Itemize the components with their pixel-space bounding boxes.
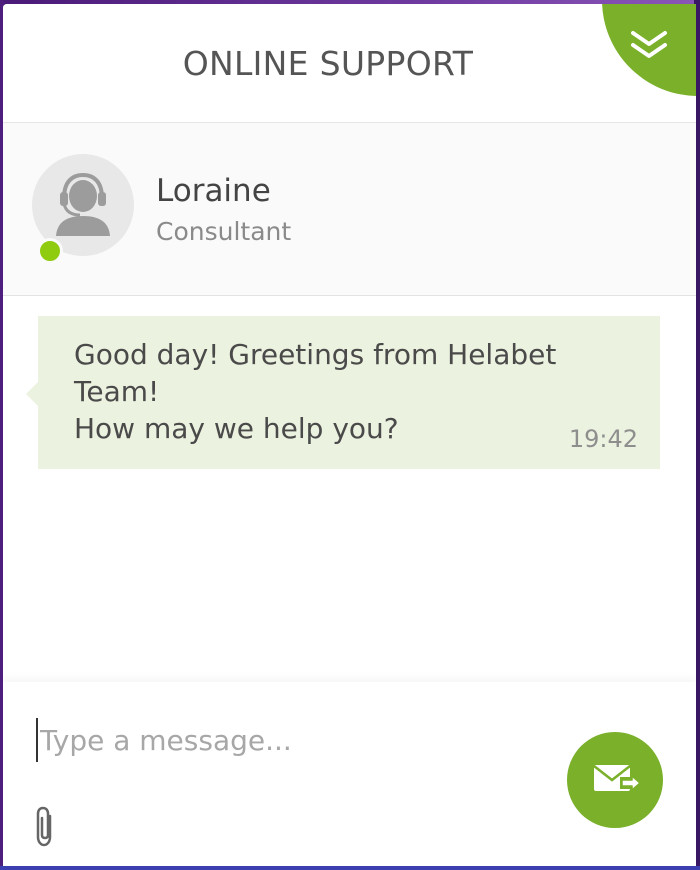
message-composer (3, 682, 696, 866)
message-input[interactable] (36, 718, 520, 762)
agent-role: Consultant (156, 217, 292, 246)
message-timestamp: 19:42 (568, 425, 638, 453)
message-text: Good day! Greetings from Helabet Team! H… (74, 338, 557, 445)
agent-name: Loraine (156, 173, 271, 209)
page-background-bottom (0, 866, 700, 870)
send-button[interactable] (567, 732, 663, 828)
agent-card: Loraine Consultant (3, 123, 696, 296)
message-bubble: Good day! Greetings from Helabet Team! H… (26, 316, 660, 469)
attach-file-button[interactable] (33, 806, 59, 848)
chat-header: ONLINE SUPPORT (3, 4, 696, 123)
double-chevron-down-icon (631, 31, 667, 58)
support-chat-widget: ONLINE SUPPORT Loraine Consultant Good d… (3, 4, 696, 866)
headset-operator-icon (56, 172, 110, 236)
chat-title: ONLINE SUPPORT (182, 44, 474, 83)
online-status-indicator (37, 238, 63, 264)
send-envelope-icon (593, 765, 641, 791)
message-list[interactable]: Good day! Greetings from Helabet Team! H… (3, 296, 696, 682)
paperclip-icon (36, 806, 52, 847)
